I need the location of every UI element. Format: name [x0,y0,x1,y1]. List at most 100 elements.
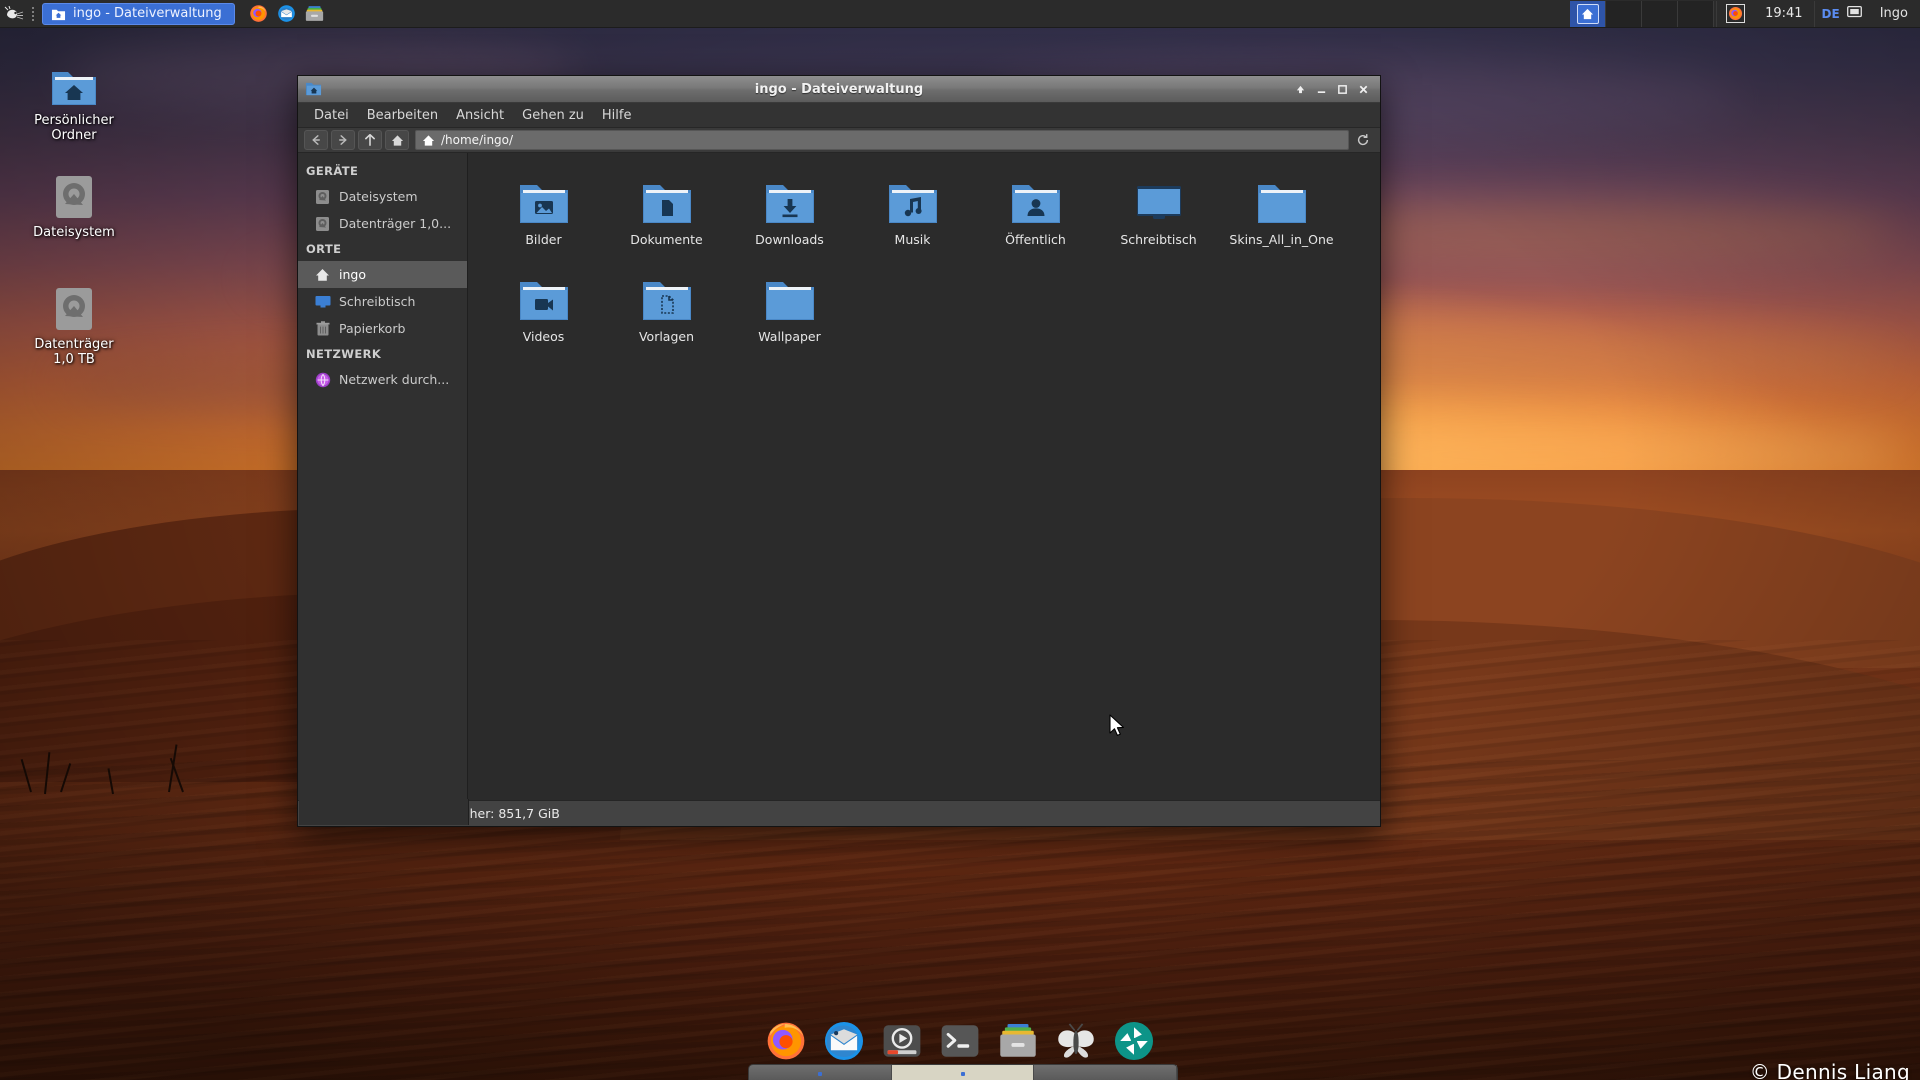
menu-datei[interactable]: Datei [306,105,357,126]
workspace-4[interactable] [1678,0,1715,27]
window-indicator-dot [817,1072,822,1076]
window-titlebar[interactable]: ingo - Dateiverwaltung [298,76,1380,103]
file-item-label: Öffentlich [1005,232,1066,247]
file-manager-window: ingo - Dateiverwaltung Datei Bearbeiten … [297,75,1381,827]
path-entry[interactable]: /home/ingo/ [415,130,1349,150]
window-list-item[interactable] [749,1065,892,1080]
workspace-2[interactable] [1606,0,1643,27]
home-icon [1582,8,1594,19]
firefox-icon[interactable] [249,4,268,23]
sidebar-group-orte: ORTE [306,242,342,256]
taskbar-window-button[interactable]: ingo - Dateiverwaltung [42,2,235,25]
thunderbird-icon [824,1021,864,1061]
dock-terminal[interactable] [938,1019,982,1063]
media-player-icon [883,1025,921,1057]
folder-desktop-icon [1133,173,1185,225]
panel-drag-handle[interactable] [28,6,38,21]
terminal-icon [941,1025,979,1057]
file-item-label: Schreibtisch [1120,232,1197,247]
home-folder-icon [51,9,66,20]
arrow-up-icon [365,134,375,146]
sidebar-item-dateisystem[interactable]: Dateisystem [298,183,467,210]
workspace-1[interactable] [1570,0,1607,27]
file-item-videos[interactable]: Videos [482,264,605,361]
file-item-dokumente[interactable]: Dokumente [605,167,728,264]
file-icon-view[interactable]: Bilder Dokumente Downloads Musik Öffentl… [468,153,1380,800]
thunderbird-icon[interactable] [277,4,296,23]
dock-media-player[interactable] [880,1019,924,1063]
clock[interactable]: 19:41 [1754,6,1813,21]
sidebar-item-label: ingo [339,267,366,282]
globe-icon [314,371,331,388]
firefox-icon [767,1022,805,1060]
menu-hilfe[interactable]: Hilfe [594,105,640,126]
file-item-wallpaper[interactable]: Wallpaper [728,264,851,361]
sidebar-item-label: Dateisystem [339,189,418,204]
file-cabinet-icon [1000,1023,1036,1057]
file-item-label: Dokumente [630,232,703,247]
sidebar-item-label: Papierkorb [339,321,406,336]
maximize-button[interactable] [1333,80,1352,99]
keyboard-layout-indicator[interactable]: DE [1813,0,1871,27]
applications-menu-button[interactable] [0,0,28,28]
file-item-schreibtisch[interactable]: Schreibtisch [1097,167,1220,264]
home-icon [422,134,435,146]
menu-bearbeiten[interactable]: Bearbeiten [359,105,446,126]
reload-button[interactable] [1352,133,1374,147]
folder-pictures-icon [518,173,570,225]
username-indicator[interactable]: Ingo [1871,6,1920,21]
shutter-icon [1114,1021,1154,1061]
tray-firefox[interactable] [1716,0,1754,27]
dock [764,1019,1156,1063]
window-list-item[interactable] [1034,1065,1178,1080]
file-item-vorlagen[interactable]: Vorlagen [605,264,728,361]
desktop-icon-label: Datenträger 1,0 TB [34,337,114,367]
desktop-icon-home-folder[interactable]: Persönlicher Ordner [20,56,128,143]
desktop-icon [314,293,331,310]
file-item-downloads[interactable]: Downloads [728,167,851,264]
folder-templates-icon [641,270,693,322]
file-item-oeffentlich[interactable]: Öffentlich [974,167,1097,264]
statusbar-sidebar-filler [299,799,469,825]
dock-file-manager[interactable] [996,1019,1040,1063]
harddisk-icon [20,168,128,220]
dock-firefox[interactable] [764,1019,808,1063]
file-item-skins-all-in-one[interactable]: Skins_All_in_One [1220,167,1343,264]
menu-ansicht[interactable]: Ansicht [448,105,512,126]
sidebar-item-datentraeger[interactable]: Datenträger 1,0... [298,210,467,237]
home-button[interactable] [385,130,409,150]
sidebar-item-papierkorb[interactable]: Papierkorb [298,315,467,342]
file-cabinet-icon[interactable] [305,5,324,22]
up-button[interactable] [358,130,382,150]
dock-gimp[interactable] [1054,1019,1098,1063]
wallpaper-watermark: © Dennis Liang [1749,1060,1910,1080]
sidebar-item-schreibtisch[interactable]: Schreibtisch [298,288,467,315]
minimize-button[interactable] [1312,80,1331,99]
panel-launchers [249,4,324,23]
system-tray: 19:41 DE Ingo [1716,0,1920,28]
file-item-musik[interactable]: Musik [851,167,974,264]
back-button[interactable] [304,130,328,150]
desktop-icon-volume[interactable]: Datenträger 1,0 TB [20,280,128,367]
shade-button[interactable] [1291,80,1310,99]
file-item-label: Vorlagen [638,329,695,344]
desktop-icon-filesystem[interactable]: Dateisystem [20,168,128,240]
folder-public-icon [1010,173,1062,225]
window-list-item[interactable] [891,1065,1035,1080]
sidebar-item-ingo[interactable]: ingo [298,261,467,288]
desktop-icon-label: Persönlicher Ordner [34,113,114,143]
menu-gehen-zu[interactable]: Gehen zu [514,105,592,126]
dock-thunderbird[interactable] [822,1019,866,1063]
window-controls [1291,80,1380,99]
sidebar-item-netzwerk-durchsuchen[interactable]: Netzwerk durch... [298,366,467,393]
file-item-bilder[interactable]: Bilder [482,167,605,264]
home-icon [391,134,403,146]
workspace-3[interactable] [1642,0,1679,27]
close-button[interactable] [1354,80,1373,99]
places-sidebar: GERÄTE Dateisystem Datenträger 1,0... OR… [298,153,468,800]
monitor-icon [1846,4,1871,23]
dock-shotwell[interactable] [1112,1019,1156,1063]
forward-button[interactable] [331,130,355,150]
mouse-whiskers-icon [4,5,24,19]
workspace-switcher [1570,0,1715,27]
